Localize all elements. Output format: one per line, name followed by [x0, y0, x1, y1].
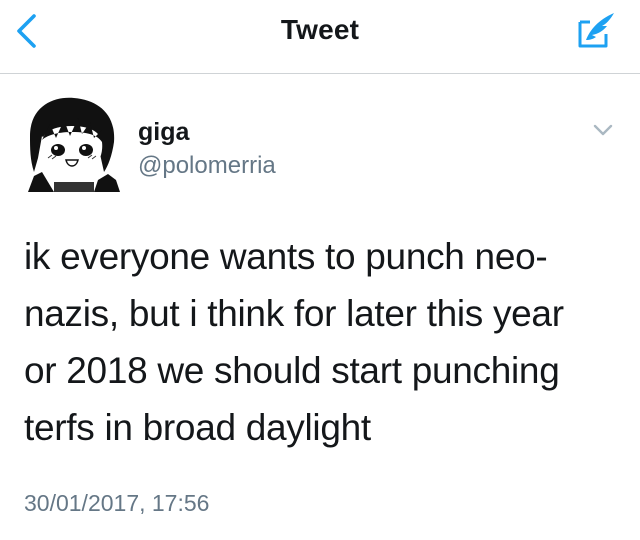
- display-name[interactable]: giga: [138, 118, 189, 147]
- tweet-timestamp: 30/01/2017, 17:56: [24, 490, 210, 516]
- navigation-bar: Tweet: [0, 0, 640, 74]
- avatar[interactable]: [24, 96, 120, 192]
- user-handle[interactable]: @polomerria: [138, 152, 276, 180]
- tweet-text-line: terfs in broad daylight: [24, 407, 371, 448]
- tweet-text: ik everyone wants to punch neo- nazis, b…: [24, 228, 614, 456]
- tweet-text-line: nazis, but i think for later this year: [24, 293, 564, 334]
- page-title: Tweet: [280, 14, 360, 45]
- compose-tweet-icon[interactable]: [576, 10, 618, 50]
- chevron-down-icon[interactable]: [592, 122, 614, 138]
- tweet-text-line: or 2018 we should start punching: [24, 350, 560, 391]
- tweet-header: giga @polomerria: [0, 74, 640, 204]
- tweet-text-line: ik everyone wants to punch neo-: [24, 236, 548, 277]
